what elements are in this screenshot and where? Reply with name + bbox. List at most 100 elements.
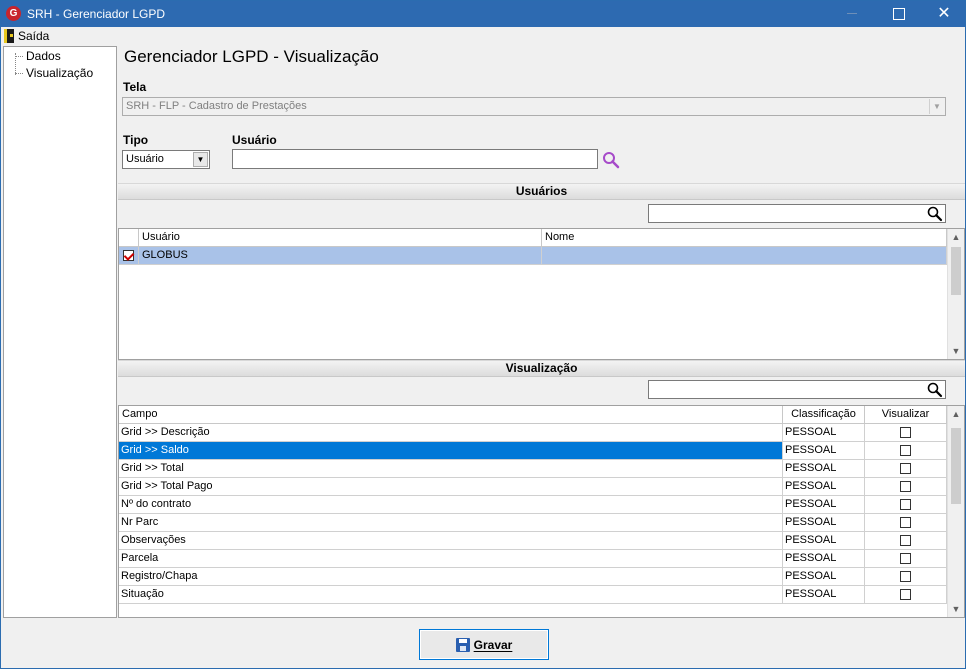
menu-exit-label: Saída [18, 29, 50, 43]
minimize-button[interactable] [829, 1, 875, 27]
classificacao-cell: PESSOAL [783, 532, 865, 550]
classificacao-cell: PESSOAL [783, 478, 865, 496]
visualizar-cell [865, 514, 947, 532]
magnifier-icon[interactable] [927, 382, 943, 398]
visualizacao-section-header: Visualização [118, 360, 965, 377]
scroll-up-icon[interactable]: ▲ [948, 229, 964, 245]
floppy-disk-icon [455, 637, 470, 652]
table-row[interactable]: Grid >> Total PESSOAL [119, 460, 947, 478]
campo-cell: Grid >> Saldo [119, 442, 783, 460]
campo-cell: Nº do contrato [119, 496, 783, 514]
tipo-select[interactable]: Usuário ▼ [122, 150, 210, 169]
grid-header-classificacao[interactable]: Classificação [783, 406, 865, 424]
tree-item-dados[interactable]: Dados [26, 49, 61, 63]
campo-cell: Nr Parc [119, 514, 783, 532]
classificacao-cell: PESSOAL [783, 514, 865, 532]
campo-cell: Grid >> Descrição [119, 424, 783, 442]
grid-header-nome[interactable]: Nome [542, 229, 947, 247]
visualizar-cell [865, 442, 947, 460]
title-bar: G SRH - Gerenciador LGPD ✕ [1, 1, 965, 27]
table-row[interactable]: Situação PESSOAL [119, 586, 947, 604]
window-title: SRH - Gerenciador LGPD [27, 7, 166, 21]
grid-header-usuario[interactable]: Usuário [139, 229, 542, 247]
usuarios-filter-input[interactable] [648, 204, 946, 223]
visualizacao-grid: Campo Classificação Visualizar Grid >> D… [118, 405, 965, 618]
usuario-input[interactable] [232, 149, 598, 169]
page-title: Gerenciador LGPD - Visualização [124, 47, 379, 66]
scroll-thumb[interactable] [951, 247, 961, 295]
save-button[interactable]: Gravar [419, 629, 549, 660]
magnifier-icon[interactable] [927, 206, 943, 222]
nome-cell [542, 247, 947, 265]
campo-cell: Observações [119, 532, 783, 550]
visualizar-checkbox[interactable] [900, 588, 911, 600]
grid-header-check [119, 229, 139, 247]
visualizar-cell [865, 586, 947, 604]
table-row[interactable]: Grid >> Saldo PESSOAL [119, 442, 947, 460]
grid-header-visualizar[interactable]: Visualizar [865, 406, 947, 424]
campo-cell: Grid >> Total Pago [119, 478, 783, 496]
row-checkbox[interactable] [123, 249, 134, 261]
visualizar-checkbox[interactable] [900, 498, 911, 510]
maximize-button[interactable] [875, 1, 921, 27]
visualizar-checkbox[interactable] [900, 444, 911, 456]
campo-cell: Situação [119, 586, 783, 604]
main-window: G SRH - Gerenciador LGPD ✕ Saída Dados V… [0, 0, 966, 669]
usuarios-section-header: Usuários [118, 183, 965, 200]
scroll-down-icon[interactable]: ▼ [948, 601, 964, 617]
scroll-thumb[interactable] [951, 428, 961, 504]
scroll-up-icon[interactable]: ▲ [948, 406, 964, 422]
search-icon[interactable] [602, 151, 621, 169]
tree-connector [15, 73, 23, 74]
visualizar-checkbox[interactable] [900, 480, 911, 492]
classificacao-cell: PESSOAL [783, 586, 865, 604]
tree-item-visualizacao[interactable]: Visualização [26, 66, 93, 80]
classificacao-cell: PESSOAL [783, 424, 865, 442]
exit-door-icon [4, 29, 14, 43]
visualizar-checkbox[interactable] [900, 534, 911, 546]
visualizar-checkbox[interactable] [900, 516, 911, 528]
visualizar-cell [865, 550, 947, 568]
globus-logo-icon: G [6, 6, 21, 21]
usuarios-grid: Usuário Nome GLOBUS ▲ ▼ [118, 228, 965, 360]
tela-label: Tela [123, 80, 147, 94]
menu-exit[interactable]: Saída [4, 28, 49, 44]
scroll-down-icon[interactable]: ▼ [948, 343, 964, 359]
tela-select-value: SRH - FLP - Cadastro de Prestações [126, 100, 307, 112]
visualizar-checkbox[interactable] [900, 426, 911, 438]
table-row[interactable]: Observações PESSOAL [119, 532, 947, 550]
navigation-tree: Dados Visualização [3, 46, 117, 618]
visualizar-cell [865, 478, 947, 496]
tree-connector [15, 56, 23, 57]
classificacao-cell: PESSOAL [783, 568, 865, 586]
save-button-label: Gravar [473, 637, 513, 652]
usuarios-scrollbar[interactable]: ▲ ▼ [947, 229, 964, 359]
visualizar-cell [865, 568, 947, 586]
visualizacao-filter-input[interactable] [648, 380, 946, 399]
visualizar-cell [865, 424, 947, 442]
table-row[interactable]: Nr Parc PESSOAL [119, 514, 947, 532]
tipo-select-value: Usuário [126, 153, 164, 165]
visualizar-checkbox[interactable] [900, 552, 911, 564]
campo-cell: Grid >> Total [119, 460, 783, 478]
visualizar-cell [865, 532, 947, 550]
table-row[interactable]: Grid >> Total Pago PESSOAL [119, 478, 947, 496]
classificacao-cell: PESSOAL [783, 496, 865, 514]
visualizacao-scrollbar[interactable]: ▲ ▼ [947, 406, 964, 617]
tela-select[interactable]: SRH - FLP - Cadastro de Prestações ▼ [122, 97, 946, 116]
table-row[interactable]: GLOBUS [119, 247, 947, 265]
row-checkbox-cell [119, 247, 139, 265]
campo-cell: Parcela [119, 550, 783, 568]
table-row[interactable]: Grid >> Descrição PESSOAL [119, 424, 947, 442]
visualizar-checkbox[interactable] [900, 462, 911, 474]
table-row[interactable]: Nº do contrato PESSOAL [119, 496, 947, 514]
table-row[interactable]: Parcela PESSOAL [119, 550, 947, 568]
grid-header-campo[interactable]: Campo [119, 406, 783, 424]
usuario-cell: GLOBUS [139, 247, 542, 265]
visualizar-checkbox[interactable] [900, 570, 911, 582]
classificacao-cell: PESSOAL [783, 460, 865, 478]
campo-cell: Registro/Chapa [119, 568, 783, 586]
close-button[interactable]: ✕ [921, 1, 966, 27]
table-row[interactable]: Registro/Chapa PESSOAL [119, 568, 947, 586]
menu-bar: Saída [1, 27, 965, 45]
